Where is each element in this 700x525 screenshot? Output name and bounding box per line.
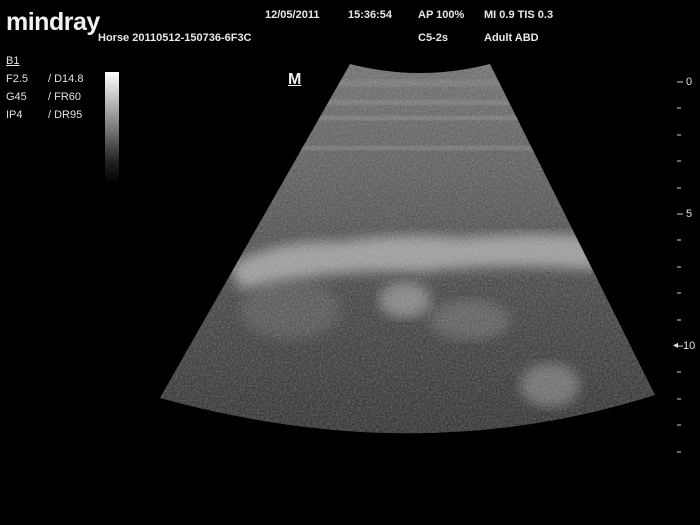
ultrasound-sector-image	[160, 64, 683, 453]
depth-label-0: 0	[686, 76, 693, 88]
orientation-marker: M	[288, 71, 302, 88]
depth-label-10: 10	[683, 340, 696, 352]
depth-scale-ticks	[677, 81, 683, 453]
focus-marker-icon: ◂	[673, 340, 679, 351]
depth-label-5: 5	[686, 208, 693, 220]
